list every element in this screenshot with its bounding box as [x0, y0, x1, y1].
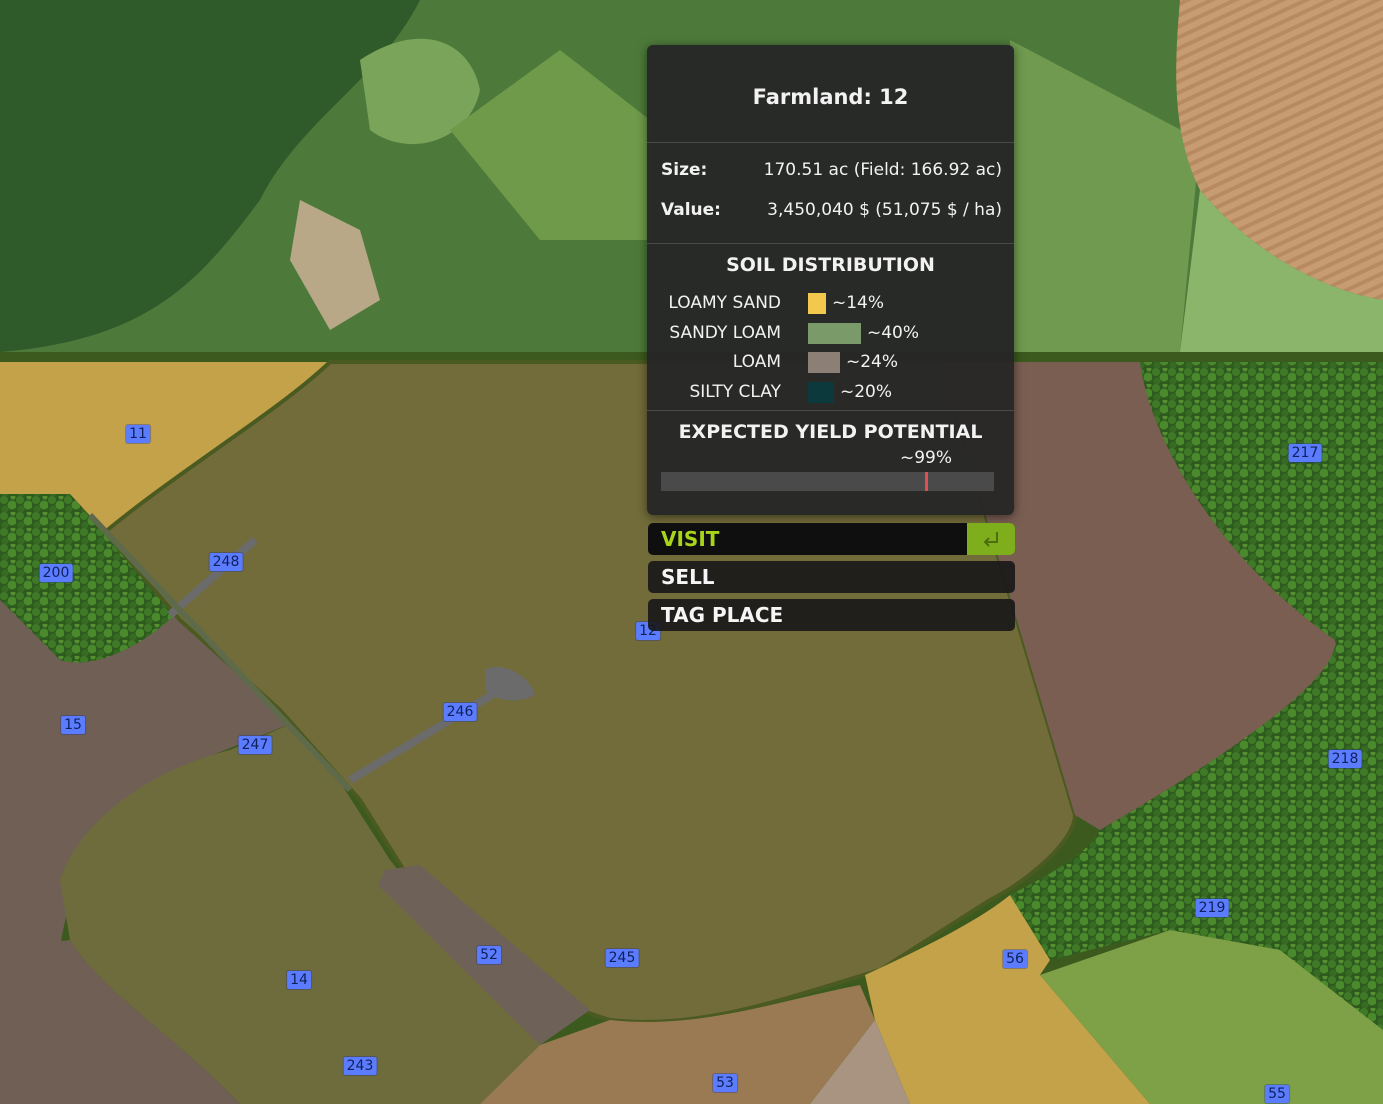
size-label: Size: [661, 160, 708, 180]
soil-row: LOAM ~24% [647, 350, 1014, 374]
field-number-label[interactable]: 14 [287, 971, 311, 989]
sell-label: SELL [661, 565, 715, 589]
soil-swatch [808, 381, 834, 403]
field-number-label[interactable]: 56 [1003, 950, 1027, 968]
panel-title: Farmland: 12 [752, 85, 909, 109]
divider [647, 142, 1014, 143]
field-number-label[interactable]: 55 [1265, 1085, 1289, 1103]
soil-row: SANDY LOAM ~40% [647, 321, 1014, 345]
value-value: 3,450,040 $ (51,075 $ / ha) [767, 200, 1002, 220]
field-number-label[interactable]: 218 [1328, 750, 1362, 768]
yield-bar-marker [925, 472, 928, 491]
field-number-label[interactable]: 52 [477, 946, 501, 964]
soil-name: LOAM [732, 352, 781, 372]
yield-heading: EXPECTED YIELD POTENTIAL [678, 421, 983, 443]
field-number-label[interactable]: 247 [238, 736, 272, 754]
soil-name: SANDY LOAM [669, 322, 781, 343]
soil-heading: SOIL DISTRIBUTION [726, 254, 935, 276]
soil-percentage: ~14% [832, 293, 885, 313]
soil-swatch [808, 352, 840, 373]
soil-row: LOAMY SAND ~14% [647, 291, 1014, 315]
field-number-label[interactable]: 53 [713, 1074, 737, 1092]
value-label: Value: [661, 200, 721, 220]
field-number-label[interactable]: 200 [39, 564, 73, 582]
size-value: 170.51 ac (Field: 166.92 ac) [763, 160, 1002, 180]
field-number-label[interactable]: 217 [1288, 444, 1322, 462]
sell-button[interactable]: SELL [648, 561, 1015, 593]
divider [647, 410, 1014, 411]
soil-percentage: ~40% [867, 322, 920, 343]
field-number-label[interactable]: 246 [443, 703, 477, 721]
soil-row: SILTY CLAY ~20% [647, 380, 1014, 404]
field-number-label[interactable]: 15 [61, 716, 85, 734]
yield-percentage: ~99% [900, 448, 953, 468]
divider [647, 243, 1014, 244]
soil-percentage: ~24% [846, 352, 899, 372]
soil-name: LOAMY SAND [668, 293, 781, 313]
tag-place-button[interactable]: TAG PLACE [648, 599, 1015, 631]
soil-name: SILTY CLAY [689, 381, 781, 402]
field-number-label[interactable]: 11 [126, 425, 150, 443]
soil-swatch [808, 293, 826, 314]
enter-return-icon[interactable] [967, 523, 1015, 555]
soil-percentage: ~20% [840, 381, 893, 402]
field-number-label[interactable]: 248 [209, 553, 243, 571]
field-number-label[interactable]: 219 [1195, 899, 1229, 917]
tag-place-label: TAG PLACE [661, 603, 784, 627]
field-number-label[interactable]: 243 [343, 1057, 377, 1075]
field-number-label[interactable]: 245 [605, 949, 639, 967]
visit-label: VISIT [661, 527, 720, 551]
visit-button[interactable]: VISIT [648, 523, 1015, 555]
yield-bar [661, 472, 994, 491]
farmland-info-panel: Farmland: 12 Size: 170.51 ac (Field: 166… [647, 45, 1014, 515]
soil-swatch [808, 322, 861, 344]
